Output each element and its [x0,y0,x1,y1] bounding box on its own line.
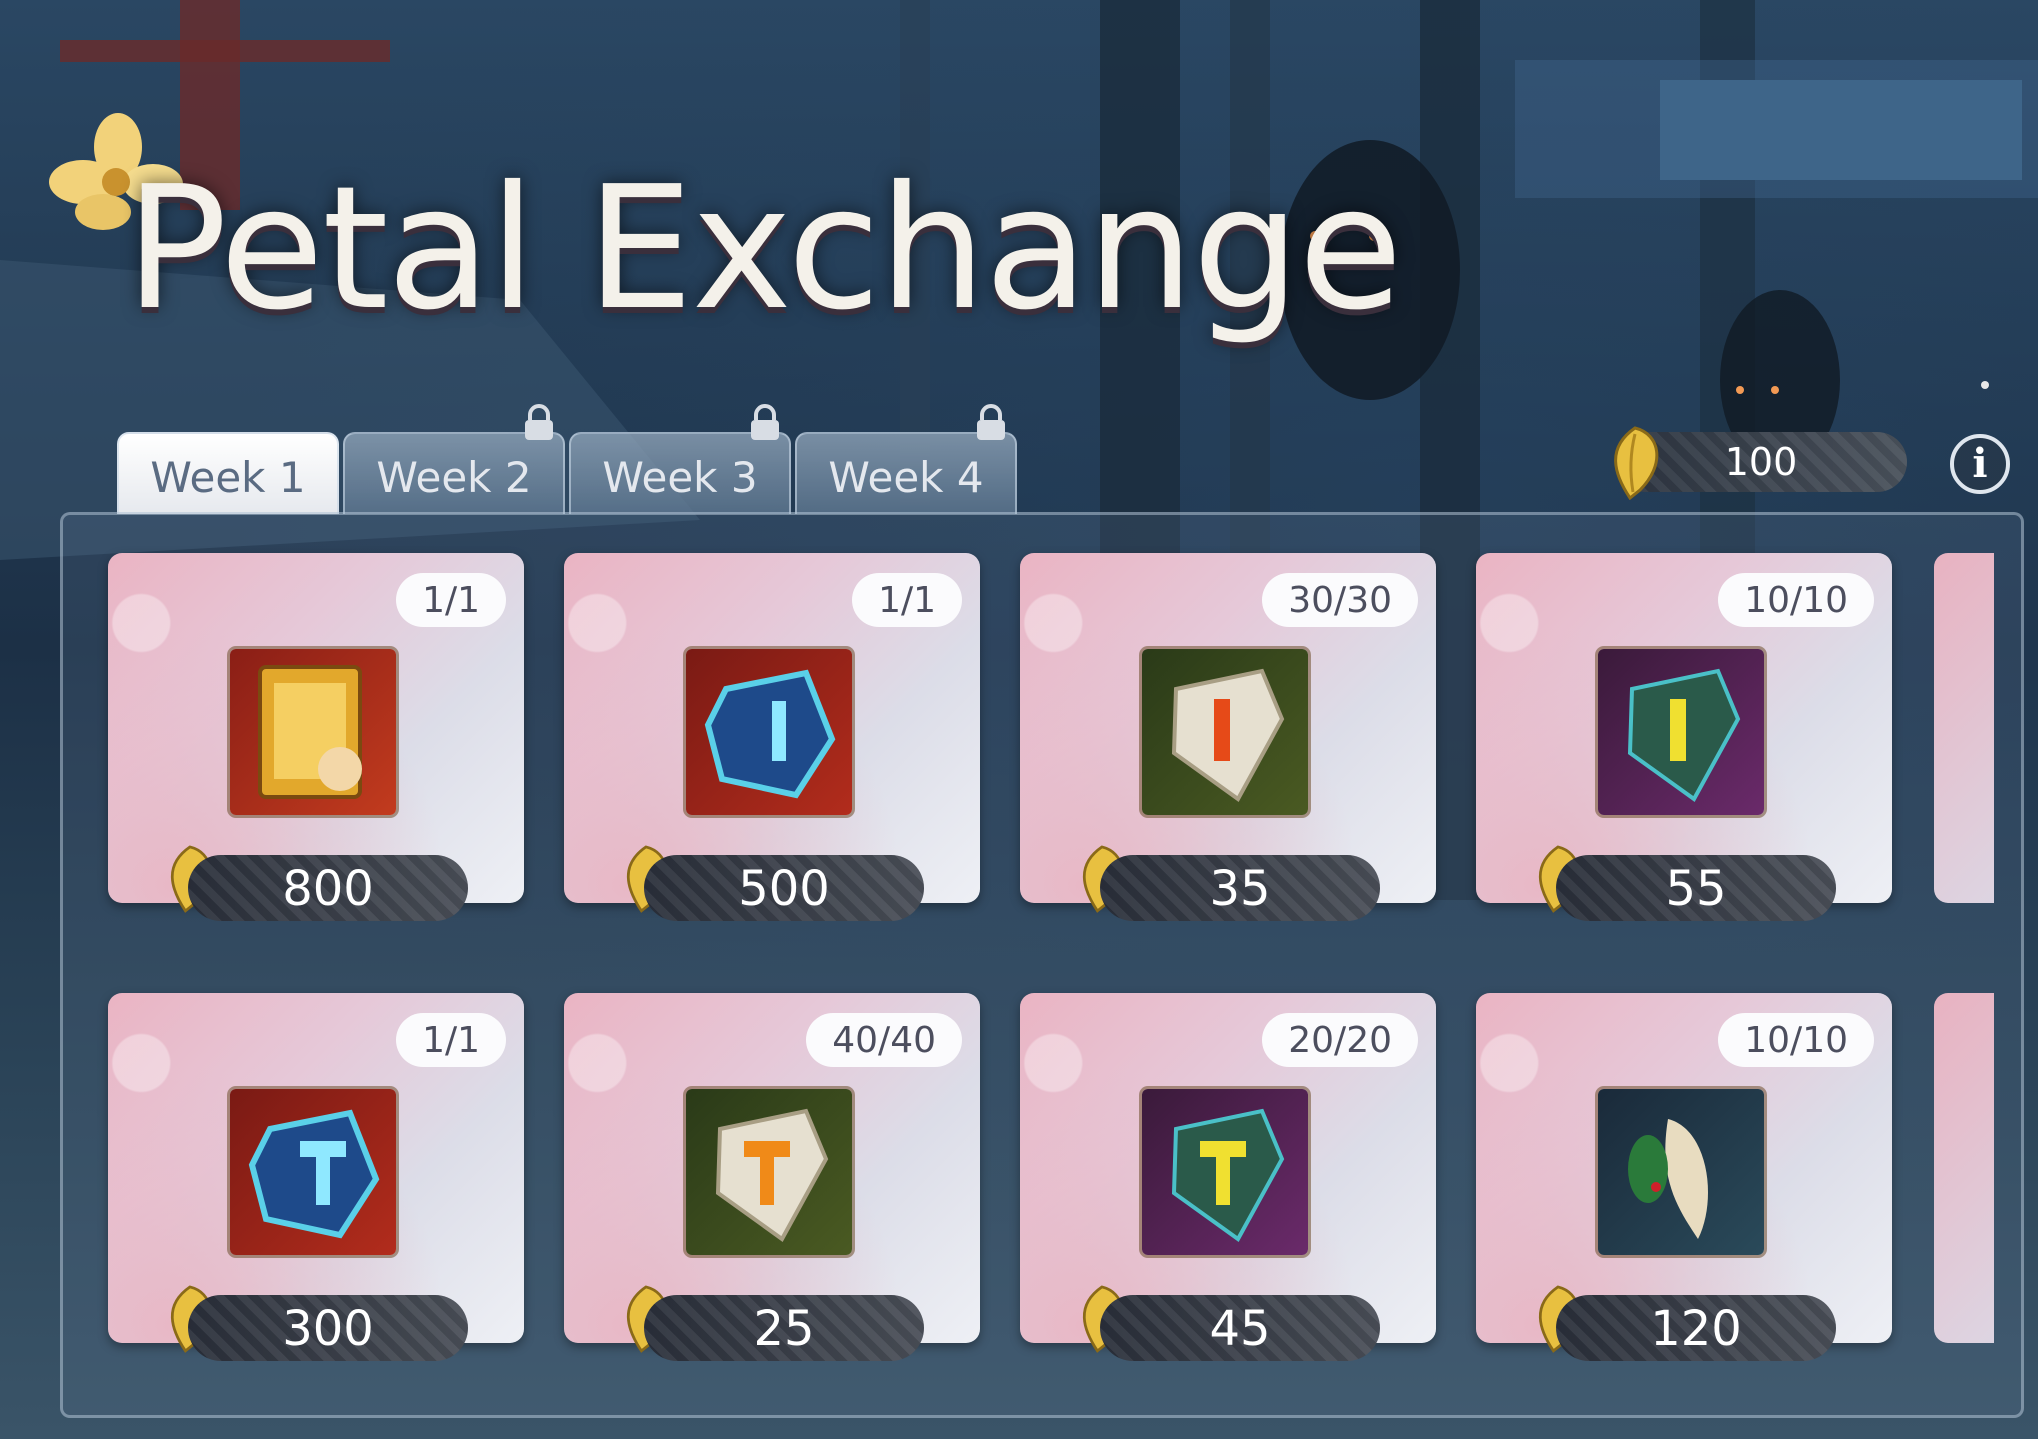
shop-item-card[interactable]: 20/20 45 [1020,993,1436,1361]
page-title: Petal Exchange [125,150,1403,348]
rainbow-hammer-stone-icon [1142,1089,1308,1255]
rainbow-upgrade-stone-icon [1598,649,1764,815]
lock-icon [977,404,1005,440]
price-label: 300 [188,1295,468,1361]
price-label: 45 [1100,1295,1380,1361]
shop-item-card[interactable]: 30/30 35 [1020,553,1436,921]
tab-week-1[interactable]: Week 1 [117,432,339,514]
shop-item-card[interactable]: 40/40 25 [564,993,980,1361]
stock-count: 40/40 [806,1013,962,1067]
shop-item-card[interactable]: 1/1 500 [564,553,980,921]
blue-hammer-stone-icon [230,1089,396,1255]
lock-icon [751,404,779,440]
stock-count: 30/30 [1262,573,1418,627]
stock-count: 1/1 [396,573,506,627]
tab-week-3[interactable]: Week 3 [569,432,791,514]
price-label: 120 [1556,1295,1836,1361]
price-label: 25 [644,1295,924,1361]
price-label: 500 [644,855,924,921]
stock-count: 10/10 [1718,1013,1874,1067]
top-right-placeholder [1660,80,2022,180]
stock-count: 1/1 [396,1013,506,1067]
shop-item-card-partial[interactable] [1934,553,1994,903]
shop-item-card[interactable]: 10/10 55 [1476,553,1892,921]
shop-item-card[interactable]: 10/10 120 [1476,993,1892,1361]
tab-week-2[interactable]: Week 2 [343,432,565,514]
shop-item-card[interactable]: 1/1 300 [108,993,524,1361]
white-hammer-stone-icon [686,1089,852,1255]
golden-book-icon [230,649,396,815]
tab-week-4[interactable]: Week 4 [795,432,1017,514]
lock-icon [525,404,553,440]
stock-count: 1/1 [852,573,962,627]
stock-count: 10/10 [1718,573,1874,627]
price-label: 35 [1100,855,1380,921]
shop-item-card-partial[interactable] [1934,993,1994,1343]
shop-item-card[interactable]: 1/1 800 [108,553,524,921]
price-label: 800 [188,855,468,921]
blue-transcendence-stone-icon [686,649,852,815]
ginseng-icon [1598,1089,1764,1255]
golden-petal-icon [1614,426,1659,500]
stock-count: 20/20 [1262,1013,1418,1067]
price-label: 55 [1556,855,1836,921]
white-upgrade-stone-icon [1142,649,1308,815]
info-button[interactable]: i [1950,434,2010,494]
